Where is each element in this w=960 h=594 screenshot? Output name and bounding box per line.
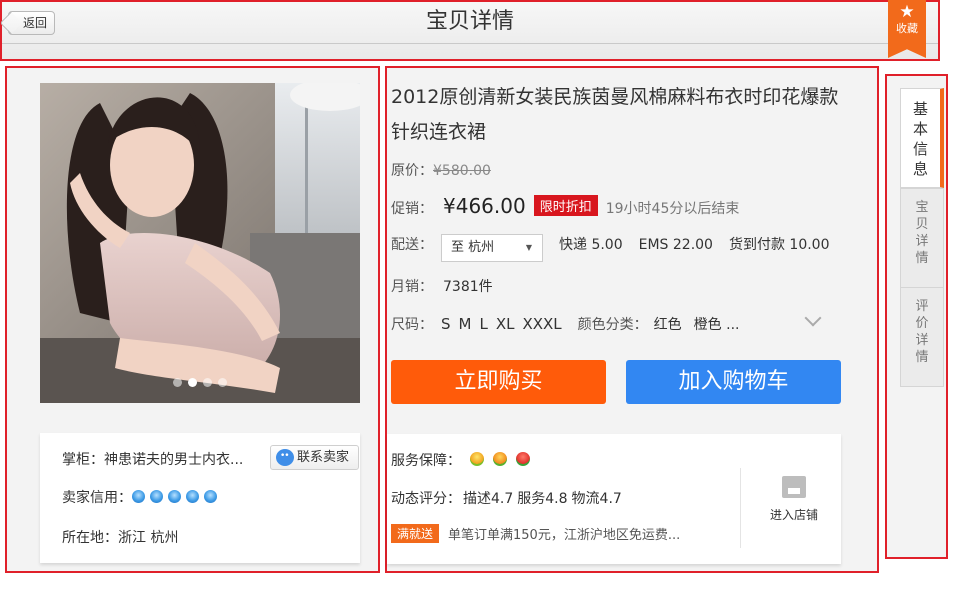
credit-row: 卖家信用： [62,487,222,507]
location-label: 所在地： [62,530,118,546]
shipping-label: 配送： [391,237,433,253]
diamond-icon [186,490,199,503]
location-row: 所在地：浙江 杭州 [62,527,178,547]
fee-cod: 货到付款 10.00 [728,237,830,253]
size-option-xl[interactable]: XL [496,315,515,333]
service-guarantee-icon [493,452,507,466]
location-value: 浙江 杭州 [118,530,179,546]
product-info-panel: 2012原创清新女装民族茵曼风棉麻料布衣时印花爆款针织连衣裙 原价：¥580.0… [385,66,879,573]
size-option-xxxl[interactable]: XXXL [522,315,561,333]
size-label: 尺码： [391,317,433,333]
size-option-m[interactable]: M [459,315,472,333]
enter-store-label: 进入店铺 [769,508,818,522]
original-price-label: 原价： [391,163,433,179]
product-photo-image [40,83,360,403]
tab-item-details-label: 宝贝详情 [915,200,929,266]
store-icon [782,476,806,498]
original-price: ¥580.00 [433,163,491,179]
promo-timer: 19小时45分以后结束 [605,201,740,217]
diamond-icon [150,490,163,503]
credit-label: 卖家信用： [62,490,132,506]
promo-label: 促销： [391,201,433,217]
rating-row: 动态评分： 描述4.7 服务4.8 物流4.7 [391,488,622,508]
favorite-label: 收藏 [896,22,918,35]
tab-review-details[interactable]: 评价详情 [900,287,944,387]
contact-seller-button[interactable]: 联系卖家 [270,445,359,470]
rating-description: 描述4.7 [463,491,514,507]
fee-express: 快递 5.00 [559,237,623,253]
rating-label: 动态评分： [391,491,461,507]
product-photo[interactable] [40,83,360,403]
chevron-down-icon[interactable] [804,309,822,327]
product-title: 2012原创清新女装民族茵曼风棉麻料布衣时印花爆款针织连衣裙 [391,86,839,143]
promotion-text: 单笔订单满150元，江浙沪地区免运费... [448,528,681,543]
rating-logistics: 物流4.7 [571,491,622,507]
service-guarantee-icon [470,452,484,466]
size-row: 尺码： S M L XL XXXL 颜色分类： 红色 橙色 ... [391,314,739,334]
shopkeeper-name[interactable]: 神患诺夫的男士内衣... [104,452,243,468]
destination-value: 至 杭州 [451,240,495,255]
carousel-dot-active[interactable] [188,378,197,387]
promo-price: ¥466.00 [443,194,526,218]
side-tab-panel: 基本信息 宝贝详情 评价详情 [885,74,948,559]
promotion-row: 满就送 单笔订单满150元，江浙沪地区免运费... [391,524,680,543]
service-card: 服务保障： 动态评分： 描述4.7 服务4.8 物流4.7 满就送 单笔订单满150元，… [387,434,841,564]
size-option-s[interactable]: S [441,315,451,333]
shipping-row: 配送： 至 杭州 ▼ 快递 5.00 EMS 22.00 货到付款 10.00 [391,234,830,262]
enter-store-button[interactable]: 进入店铺 [747,476,841,523]
page-title: 宝贝详情 [425,9,514,34]
tab-basic-info[interactable]: 基本信息 [900,88,944,188]
destination-select[interactable]: 至 杭州 ▼ [441,234,543,262]
buy-now-button[interactable]: 立即购买 [391,360,606,404]
guarantee-label: 服务保障： [391,453,461,469]
sales-row: 月销： 7381件 [391,276,493,296]
fee-ems: EMS 22.00 [638,237,713,253]
diamond-icon [204,490,217,503]
rating-service: 服务4.8 [517,491,568,507]
color-label: 颜色分类： [577,317,648,333]
diamond-icon [132,490,145,503]
shopkeeper-row: 掌柜：神患诺夫的男士内衣... [62,449,243,469]
promotion-badge: 满就送 [391,524,440,543]
diamond-icon [168,490,181,503]
seller-card: 掌柜：神患诺夫的男士内衣... 联系卖家 卖家信用： 所在地：浙江 杭州 [40,433,360,563]
promo-row: 促销： ¥466.00 限时折扣 19小时45分以后结束 [391,194,739,218]
add-to-cart-button[interactable]: 加入购物车 [626,360,841,404]
favorite-button[interactable]: ★ 收藏 [888,0,926,58]
star-icon: ★ [899,2,915,22]
promo-badge: 限时折扣 [533,195,598,216]
service-guarantee-icon [516,452,530,466]
tab-item-details[interactable]: 宝贝详情 [900,188,944,288]
header-divider [2,43,938,44]
left-panel: 掌柜：神患诺夫的男士内衣... 联系卖家 卖家信用： 所在地：浙江 杭州 [5,66,380,573]
chat-bubble-icon [276,445,294,468]
original-price-row: 原价：¥580.00 [391,160,491,180]
guarantee-row: 服务保障： [391,450,530,470]
tab-basic-info-label: 基本信息 [912,100,928,178]
carousel-dot[interactable] [173,378,182,387]
carousel-dot[interactable] [218,378,227,387]
caret-down-icon: ▼ [525,243,532,252]
sales-value: 7381件 [443,279,493,295]
contact-seller-label: 联系卖家 [297,450,350,465]
shopkeeper-label: 掌柜： [62,452,104,468]
header-bar: 返回 宝贝详情 ★ 收藏 [0,0,940,61]
tab-review-details-label: 评价详情 [915,299,929,365]
carousel-dot[interactable] [203,378,212,387]
color-option-orange[interactable]: 橙色 ... [694,317,740,333]
color-option-red[interactable]: 红色 [654,317,682,333]
size-option-l[interactable]: L [479,315,487,333]
carousel-dots [40,372,360,391]
sales-label: 月销： [391,279,433,295]
store-divider [740,468,741,548]
